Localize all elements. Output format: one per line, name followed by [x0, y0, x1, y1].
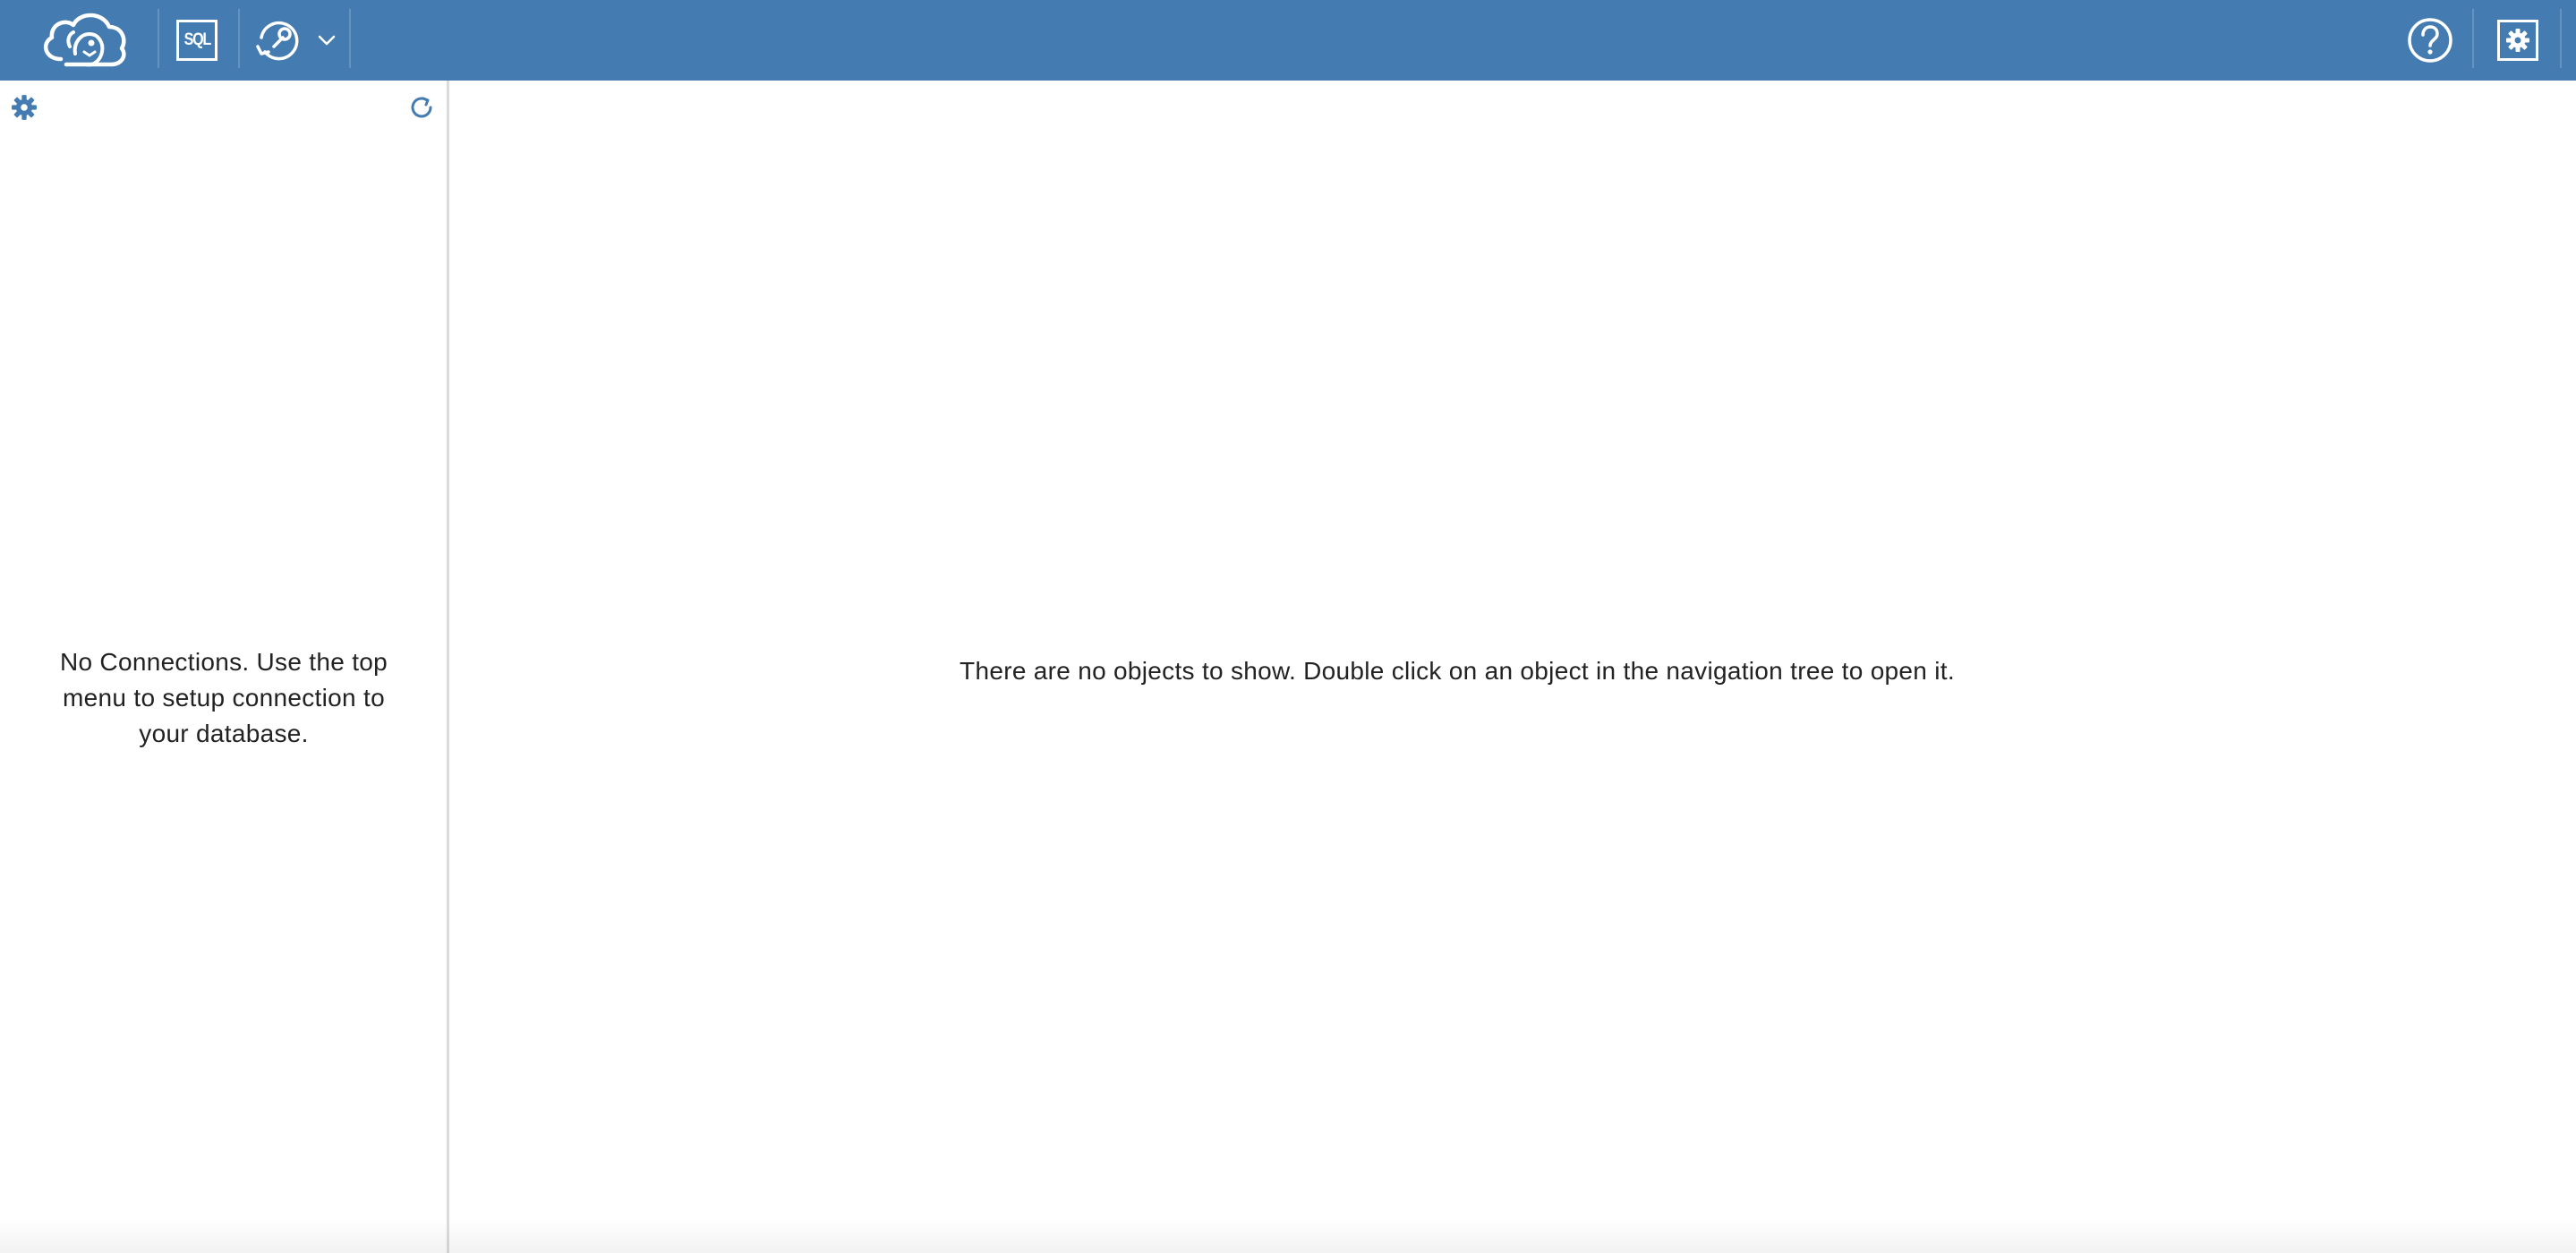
settings-icon	[2497, 20, 2538, 61]
sql-editor-label: SQL	[183, 30, 211, 49]
navigator-settings-button[interactable]	[10, 93, 38, 122]
toolbar-separator	[349, 9, 351, 68]
navigation-tree-panel: No Connections. Use the top menu to setu…	[0, 81, 449, 1253]
sql-editor-button[interactable]: SQL	[161, 0, 233, 81]
toolbar-separator	[2560, 9, 2562, 68]
sql-editor-icon: SQL	[176, 20, 218, 61]
main-content-area: There are no objects to show. Double cli…	[449, 81, 2576, 1253]
toolbar-separator	[158, 9, 159, 68]
help-button[interactable]	[2401, 0, 2460, 81]
toolbar-separator	[238, 9, 240, 68]
chevron-down-icon[interactable]	[315, 29, 338, 52]
no-objects-message: There are no objects to show. Double cli…	[960, 657, 1955, 685]
settings-button[interactable]	[2488, 0, 2547, 81]
cloudbeaver-logo-icon	[43, 13, 126, 67]
navigator-refresh-button[interactable]	[407, 93, 436, 122]
gear-icon	[12, 95, 37, 120]
help-icon	[2408, 18, 2452, 63]
top-app-bar: SQL	[0, 0, 2576, 81]
no-connections-message: No Connections. Use the top menu to setu…	[59, 648, 388, 747]
connect-button[interactable]	[242, 0, 351, 81]
app-logo[interactable]	[32, 0, 134, 81]
connect-icon	[256, 21, 299, 61]
toolbar-separator	[2472, 9, 2474, 68]
refresh-icon	[411, 97, 432, 118]
